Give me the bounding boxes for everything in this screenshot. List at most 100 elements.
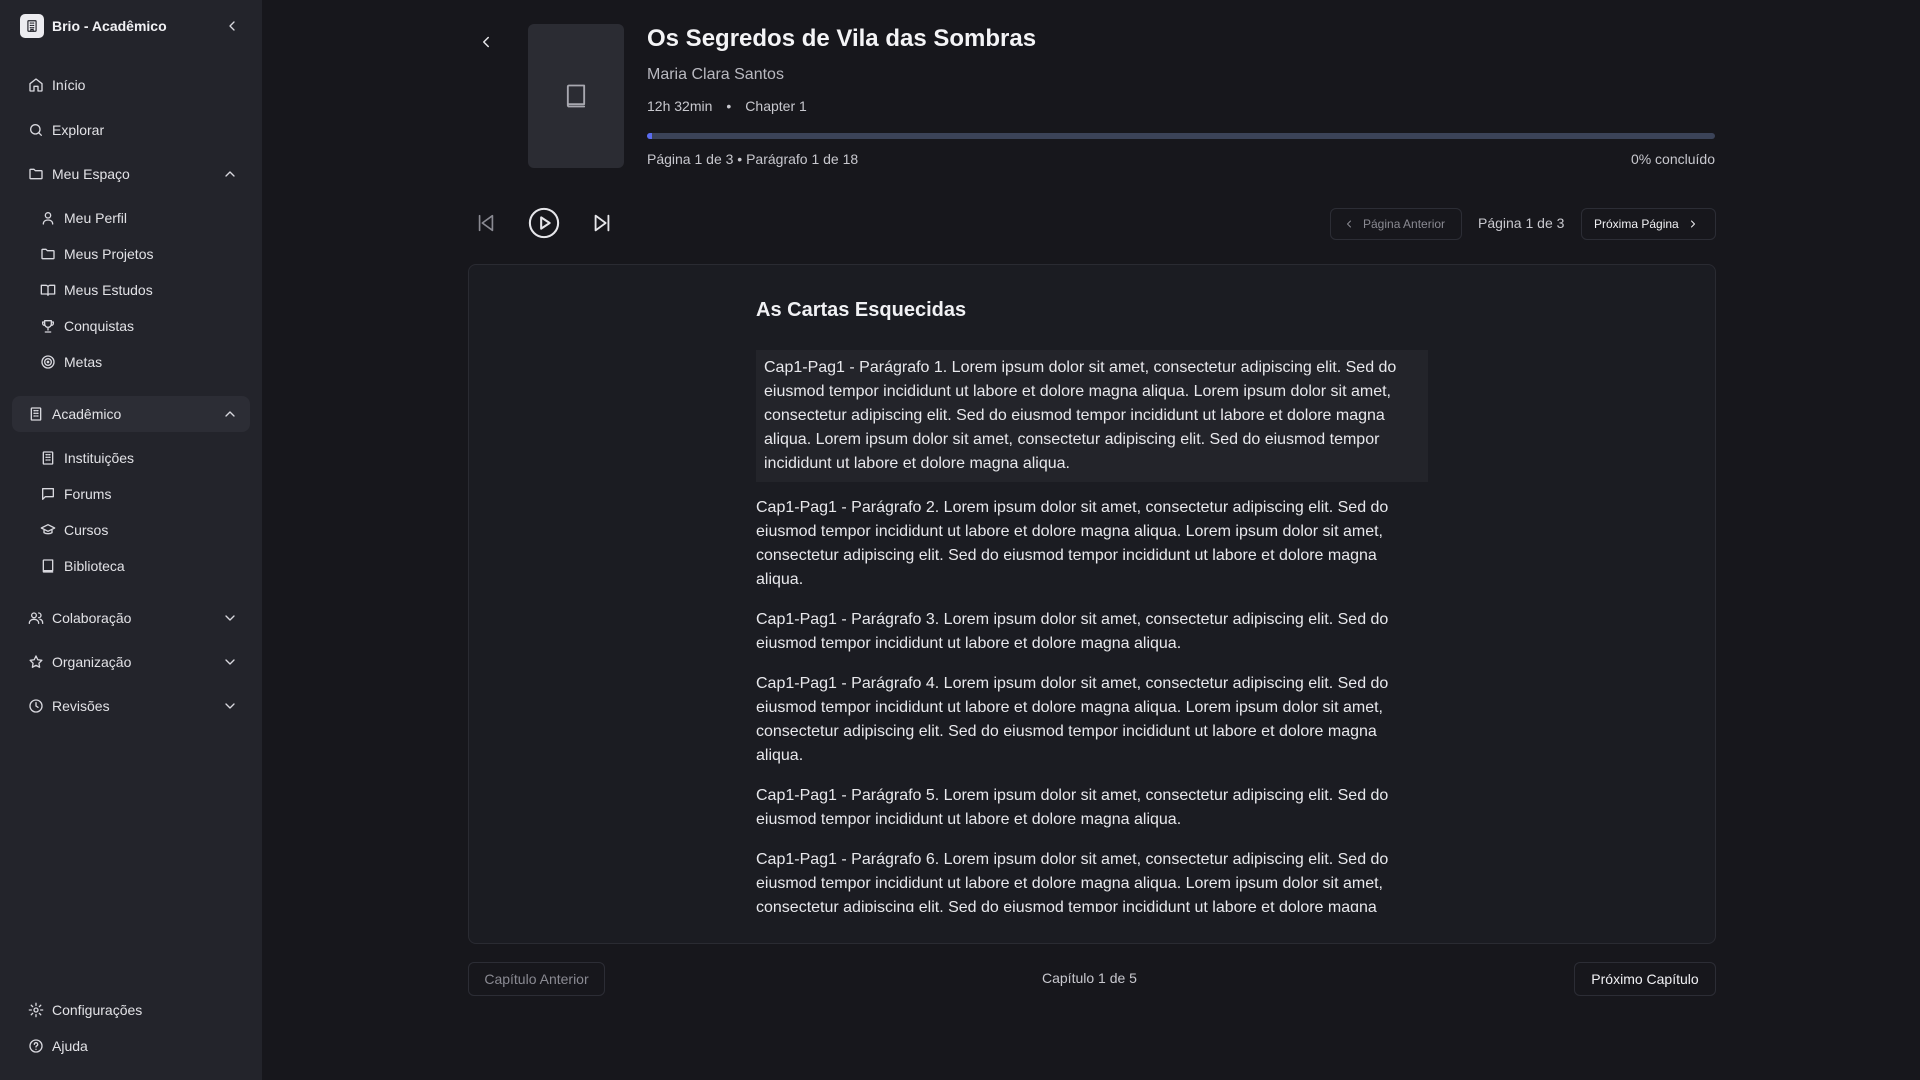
sidebar-item-label: Cursos [64,522,109,538]
star-icon [28,654,44,670]
graduation-cap-icon [40,522,56,538]
book-author: Maria Clara Santos [647,66,784,83]
paragraph[interactable]: Cap1-Pag1 - Parágrafo 5. Lorem ipsum dol… [756,784,1428,832]
percent-complete: 0% concluído [1630,151,1715,167]
book-title: Os Segredos de Vila das Sombras [647,25,1037,52]
book-cover [528,24,624,168]
sidebar-item-label: Revisões [52,698,110,714]
chapter-title: As Cartas Esquecidas [756,299,967,321]
sidebar-item-revisoes[interactable]: Revisões [12,688,250,724]
home-icon [28,77,44,93]
paragraph[interactable]: Cap1-Pag1 - Parágrafo 4. Lorem ipsum dol… [756,672,1428,768]
next-chapter-button[interactable]: Próximo Capítulo [1574,962,1716,996]
sidebar-item-meu-perfil[interactable]: Meu Perfil [40,204,240,232]
sidebar-item-conquistas[interactable]: Conquistas [40,312,240,340]
sidebar-item-label: Explorar [52,122,105,138]
folder-icon [28,166,44,182]
paragraph[interactable]: Cap1-Pag1 - Parágrafo 6. Lorem ipsum dol… [756,848,1428,912]
chevron-up-icon [222,406,238,422]
skip-forward-button[interactable] [590,211,614,235]
target-icon [40,354,56,370]
next-page-label: Próxima Página [1594,217,1679,231]
reading-progress-bar [647,133,1715,139]
sidebar-item-label: Biblioteca [64,558,125,574]
chevron-down-icon [222,654,238,670]
book-icon [566,84,586,108]
book-meta: 12h 32min • Chapter 1 [647,98,807,114]
skip-back-icon [478,214,494,232]
collapse-sidebar-button[interactable] [222,16,242,36]
sidebar-item-metas[interactable]: Metas [40,348,240,376]
back-button[interactable] [470,28,502,56]
reader-panel[interactable]: As Cartas Esquecidas Cap1-Pag1 - Parágra… [468,264,1716,944]
brand-name: Brio - Acadêmico [52,18,167,34]
sidebar-item-label: Meus Estudos [64,282,153,298]
previous-chapter-button[interactable]: Capítulo Anterior [468,962,605,996]
sidebar-item-label: Acadêmico [52,406,122,422]
search-icon [28,122,44,138]
sidebar-item-meu-espaco[interactable]: Meu Espaço [12,156,250,192]
sidebar-item-cursos[interactable]: Cursos [40,516,240,544]
sidebar-item-academico[interactable]: Acadêmico [12,396,250,432]
brand: Brio - Acadêmico [20,14,242,38]
sidebar-item-explorar[interactable]: Explorar [12,112,250,148]
sidebar: Brio - Acadêmico Início Explorar Meu Esp… [0,0,262,1080]
sidebar-item-colaboracao[interactable]: Colaboração [12,600,250,636]
sidebar-item-label: Ajuda [52,1038,88,1054]
skip-back-button[interactable] [474,211,498,235]
chevron-down-icon [222,698,238,714]
skip-forward-icon [594,214,610,232]
sidebar-item-forums[interactable]: Forums [40,480,240,508]
sidebar-item-label: Configurações [52,1002,143,1018]
book-chapter: Chapter 1 [745,98,807,114]
play-icon [528,207,560,239]
clock-icon [28,698,44,714]
paragraph-list[interactable]: Cap1-Pag1 - Parágrafo 1. Lorem ipsum dol… [756,350,1428,912]
chevron-left-icon [229,21,235,31]
sidebar-item-instituicoes[interactable]: Instituições [40,444,240,472]
user-icon [40,210,56,226]
sidebar-item-label: Metas [64,354,103,370]
gear-icon [28,1002,44,1018]
users-icon [28,610,44,626]
reading-position: Página 1 de 3 • Parágrafo 1 de 18 [647,151,859,167]
message-square-icon [40,486,56,502]
paragraph-current[interactable]: Cap1-Pag1 - Parágrafo 1. Lorem ipsum dol… [756,350,1428,482]
institution-icon [20,14,44,38]
sidebar-item-label: Forums [64,486,112,502]
sidebar-item-label: Meus Projetos [64,246,154,262]
next-page-button[interactable]: Próxima Página [1581,208,1716,240]
folder-icon [40,246,56,262]
play-button[interactable] [527,206,561,240]
paragraph[interactable]: Cap1-Pag1 - Parágrafo 3. Lorem ipsum dol… [756,608,1428,656]
sidebar-item-meus-estudos[interactable]: Meus Estudos [40,276,240,304]
chevron-right-icon [1690,220,1695,228]
previous-page-button[interactable]: Página Anterior [1330,208,1462,240]
trophy-icon [40,318,56,334]
help-circle-icon [28,1038,44,1054]
sidebar-item-label: Organização [52,654,132,670]
sidebar-item-meus-projetos[interactable]: Meus Projetos [40,240,240,268]
book-icon [40,558,56,574]
meta-separator: • [726,98,732,114]
previous-page-label: Página Anterior [1363,217,1446,231]
sidebar-item-organizacao[interactable]: Organização [12,644,250,680]
chevron-left-icon [1347,220,1351,228]
sidebar-item-biblioteca[interactable]: Biblioteca [40,552,240,580]
sidebar-item-configuracoes[interactable]: Configurações [12,992,250,1028]
sidebar-item-label: Meu Espaço [52,166,130,182]
sidebar-item-label: Conquistas [64,318,135,334]
chevron-down-icon [222,610,238,626]
sidebar-item-label: Instituições [64,450,135,466]
chapter-indicator: Capítulo 1 de 5 [1042,970,1137,986]
sidebar-item-label: Colaboração [52,610,132,626]
sidebar-item-ajuda[interactable]: Ajuda [12,1028,250,1064]
page-indicator: Página 1 de 3 [1478,215,1565,231]
sidebar-item-inicio[interactable]: Início [12,67,250,103]
paragraph[interactable]: Cap1-Pag1 - Parágrafo 2. Lorem ipsum dol… [756,496,1428,592]
book-open-icon [40,282,56,298]
sidebar-item-label: Início [52,77,86,93]
chevron-left-icon [483,36,489,48]
reading-progress-fill [647,133,653,139]
building-icon [40,450,56,466]
